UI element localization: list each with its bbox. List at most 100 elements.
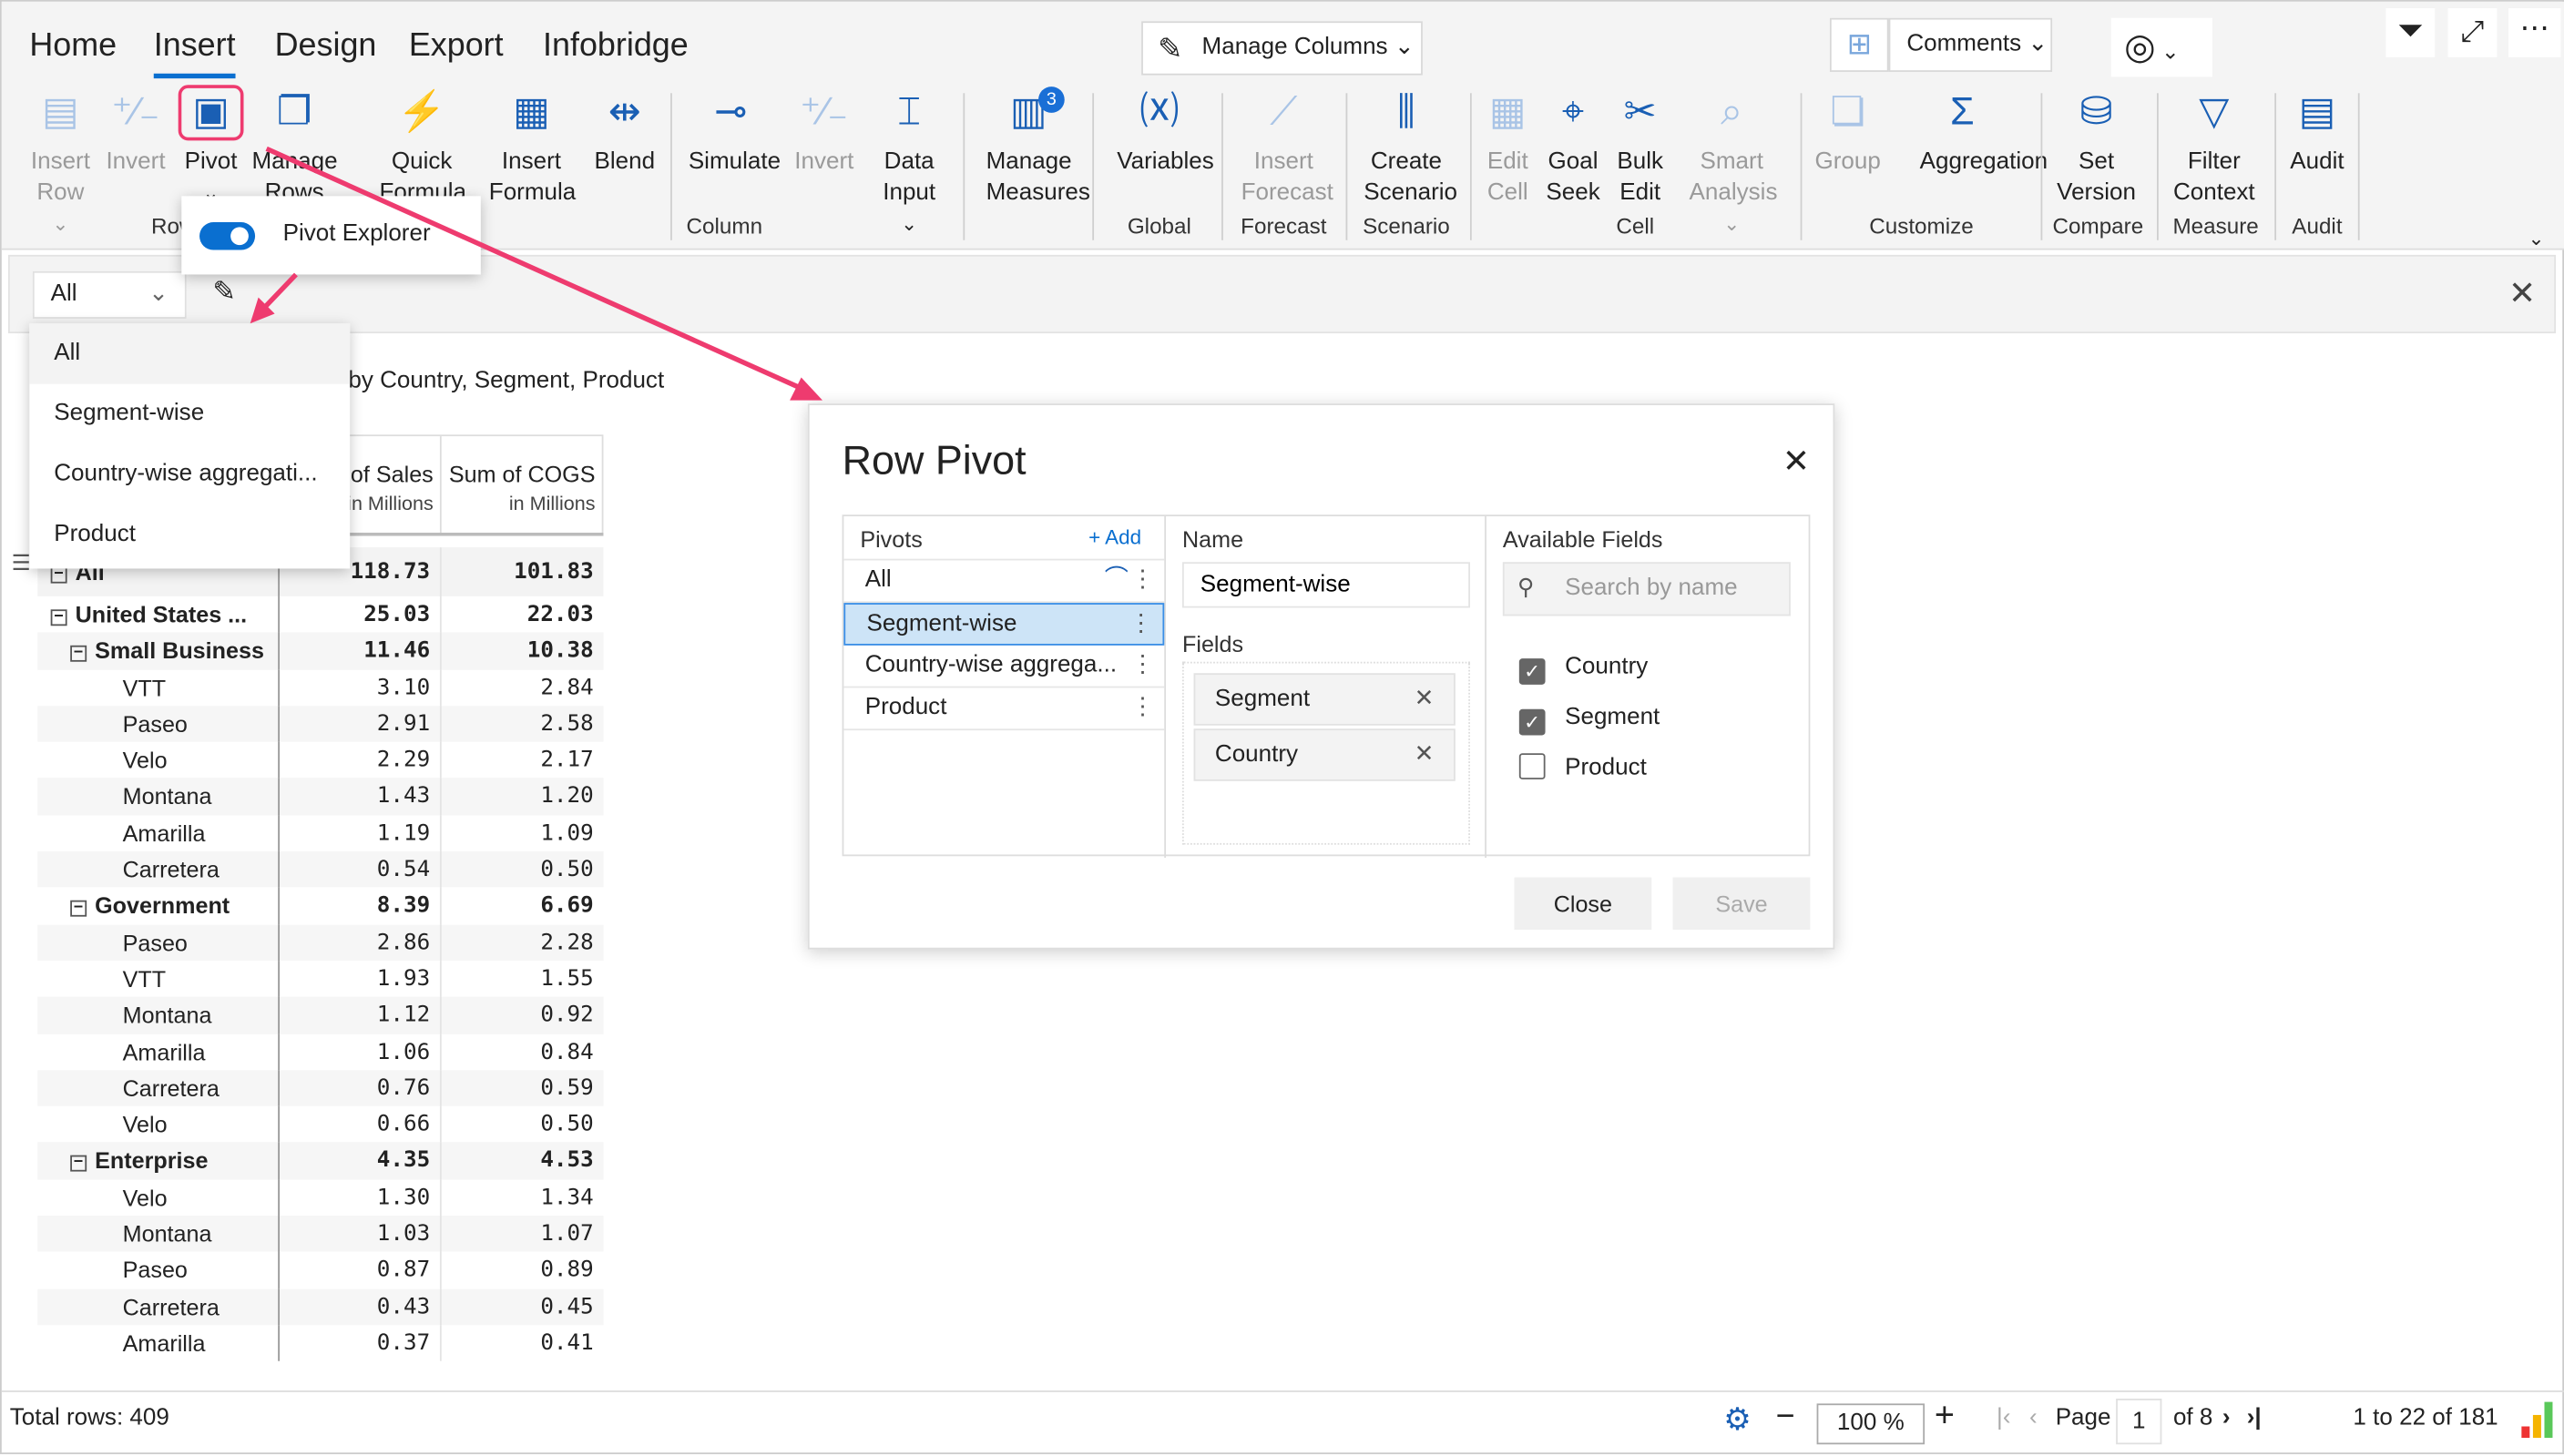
save-button[interactable]: Save — [1672, 877, 1811, 931]
table-row[interactable]: Velo 2.29 2.17 — [37, 741, 603, 779]
table-row[interactable]: − Enterprise 4.35 4.53 — [37, 1143, 604, 1180]
ribbon-button-bulk-edit[interactable]: ✂ Bulk Edit — [1591, 90, 1690, 209]
close-button[interactable]: Close — [1514, 877, 1652, 931]
collapse-icon[interactable]: − — [70, 900, 87, 918]
zoom-out-button[interactable]: − — [1776, 1399, 1795, 1436]
prev-page-icon[interactable]: ‹ — [2029, 1405, 2038, 1431]
last-page-icon[interactable]: ›| — [2247, 1405, 2262, 1431]
ribbon-button-blend[interactable]: ⇹ Blend — [576, 90, 674, 178]
table-row[interactable]: Amarilla 0.37 0.41 — [37, 1325, 603, 1362]
table-row[interactable]: Carretera 0.54 0.50 — [37, 851, 604, 889]
table-row[interactable]: Velo 1.30 1.34 — [37, 1179, 603, 1217]
column-header-cogs[interactable]: Sum of COGS in Millions — [442, 436, 604, 533]
dialog-close-icon[interactable]: ✕ — [1783, 441, 1810, 482]
ribbon-button-manage-measures[interactable]: ▥ 3 Manage Measures — [979, 87, 1090, 209]
checkbox-checked-icon[interactable]: ✓ — [1518, 708, 1546, 736]
table-row[interactable]: Paseo 2.86 2.28 — [37, 924, 604, 962]
table-row[interactable]: Carretera 0.43 0.45 — [37, 1288, 604, 1326]
table-row[interactable]: − Government 8.39 6.69 — [37, 888, 603, 925]
pivot-list-item[interactable]: Segment-wise ⋮ — [843, 603, 1165, 646]
dropdown-option[interactable]: Country-wise aggregati... — [29, 444, 350, 504]
focus-mode-button[interactable]: ⤢ — [2447, 7, 2498, 57]
collapse-icon[interactable]: − — [70, 1156, 87, 1173]
more-vertical-icon[interactable]: ⋮ — [1130, 687, 1154, 728]
field-chip-country[interactable]: Country ✕ — [1193, 728, 1456, 781]
ribbon-button-variables[interactable]: ⒳ Variables — [1110, 90, 1214, 178]
checkbox-empty-icon[interactable] — [1518, 753, 1546, 779]
tab-design[interactable]: Design — [275, 28, 377, 66]
next-page-icon[interactable]: › — [2222, 1405, 2231, 1431]
filter-button[interactable]: ⏷ — [2385, 7, 2436, 57]
ribbon-button-aggregation[interactable]: Σ Aggregation — [1914, 90, 2048, 178]
field-checkbox-product[interactable]: Product — [1518, 753, 1647, 782]
remove-icon[interactable]: ✕ — [1415, 730, 1435, 779]
user-menu-button[interactable]: ◎ ⌄ — [2110, 17, 2213, 77]
dropdown-option[interactable]: Segment-wise — [29, 384, 350, 444]
pivot-explorer-toggle[interactable] — [199, 222, 256, 250]
pivot-select[interactable]: All ⌄ — [32, 270, 187, 319]
table-row[interactable]: − United States ... 25.03 22.03 — [37, 596, 603, 633]
more-options-button[interactable]: ⋯ — [2508, 7, 2561, 57]
table-row[interactable]: Amarilla 1.06 0.84 — [37, 1033, 603, 1071]
remove-icon[interactable]: ✕ — [1415, 675, 1435, 724]
pivot-name-input[interactable] — [1182, 562, 1470, 608]
more-vertical-icon[interactable]: ⋮ — [1130, 560, 1154, 601]
tab-home[interactable]: Home — [29, 28, 117, 66]
ribbon-button-group[interactable]: ❏ Group — [1799, 90, 1897, 178]
ribbon-button-simulate[interactable]: ⊸ Simulate — [682, 90, 781, 178]
ribbon-button-set-version[interactable]: ⛁ Set Version — [2048, 90, 2146, 209]
table-row[interactable]: Paseo 0.87 0.89 — [37, 1252, 603, 1289]
dropdown-option[interactable]: All — [29, 323, 351, 384]
ribbon-button-filter-context[interactable]: ▽ Filter Context — [2165, 90, 2263, 209]
more-vertical-icon[interactable]: ⋮ — [1130, 646, 1154, 687]
field-chip-segment[interactable]: Segment ✕ — [1193, 673, 1456, 726]
add-pivot-link[interactable]: + Add — [1088, 526, 1141, 549]
dropdown-option[interactable]: Product — [29, 504, 350, 565]
ribbon-button-smart-analysis[interactable]: ⌕ Smart Analysis ⌄ — [1682, 90, 1781, 240]
checkbox-checked-icon[interactable]: ✓ — [1518, 658, 1546, 685]
collapse-icon[interactable]: − — [50, 566, 67, 584]
tab-insert[interactable]: Insert — [153, 28, 236, 79]
row-menu-icon[interactable]: ☰ — [12, 551, 31, 577]
field-checkbox-country[interactable]: ✓ Country — [1518, 652, 1648, 685]
table-row[interactable]: VTT 1.93 1.55 — [37, 961, 603, 998]
table-row[interactable]: Velo 0.66 0.50 — [37, 1106, 603, 1144]
ribbon-button-invert[interactable]: ⁺∕₋ Invert — [775, 90, 873, 178]
collapse-icon[interactable]: − — [70, 645, 87, 663]
comments-button[interactable]: Comments ⌄ — [1888, 17, 2053, 72]
close-icon[interactable]: ✕ — [2508, 273, 2536, 314]
zoom-input[interactable]: 100 % — [1816, 1403, 1926, 1445]
collapse-icon[interactable]: − — [50, 608, 67, 626]
ribbon-button-audit[interactable]: ▤ Audit — [2268, 90, 2366, 178]
table-row[interactable]: VTT 3.10 2.84 — [37, 668, 603, 706]
table-row[interactable]: Montana 1.12 0.92 — [37, 997, 604, 1034]
tab-export[interactable]: Export — [409, 28, 504, 66]
more-vertical-icon[interactable]: ⋮ — [1129, 605, 1153, 646]
eye-icon[interactable]: ⌒ — [1105, 560, 1129, 601]
ribbon-button-create-scenario[interactable]: ⫼ Create Scenario — [1357, 90, 1457, 209]
collapse-ribbon-icon[interactable]: ⌄ — [2528, 227, 2545, 249]
pivot-list-item[interactable]: Product ⋮ — [843, 687, 1165, 731]
ribbon-button-insert-formula[interactable]: ▦ Insert Formula — [483, 90, 581, 209]
page-input[interactable]: 1 — [2116, 1399, 2162, 1445]
table-row[interactable]: Amarilla 1.19 1.09 — [37, 815, 603, 852]
table-row[interactable]: Montana 1.43 1.20 — [37, 779, 604, 816]
ribbon-button-insert-forecast[interactable]: ⟋ Insert Forecast — [1234, 90, 1333, 209]
fields-dropzone[interactable]: Segment ✕ Country ✕ — [1182, 661, 1470, 845]
field-checkbox-segment[interactable]: ✓ Segment — [1518, 703, 1660, 736]
edit-pivot-icon[interactable]: ✎ — [212, 276, 236, 309]
table-row[interactable]: Montana 1.03 1.07 — [37, 1216, 604, 1253]
manage-columns-button[interactable]: ✎ Manage Columns ⌄ — [1141, 21, 1423, 76]
table-row[interactable]: Carretera 0.76 0.59 — [37, 1070, 604, 1107]
pivot-list-item[interactable]: Country-wise aggrega... ⋮ — [843, 646, 1165, 688]
table-row[interactable]: − Small Business 11.46 10.38 — [37, 632, 604, 669]
field-search-input[interactable]: ⚲ Search by name — [1502, 562, 1791, 616]
tab-infobridge[interactable]: Infobridge — [543, 28, 689, 66]
ribbon-button-manage-rows[interactable]: ❐ Manage Rows — [245, 90, 343, 209]
table-row[interactable]: Paseo 2.91 2.58 — [37, 705, 604, 742]
first-page-icon[interactable]: |‹ — [1997, 1405, 2010, 1431]
pivot-list-item[interactable]: All ⌒ ⋮ — [843, 560, 1165, 604]
add-comment-button[interactable]: ⊞ — [1829, 17, 1889, 72]
zoom-in-button[interactable]: + — [1935, 1397, 1955, 1436]
ribbon-button-data-input[interactable]: ⌶ Data Input ⌄ — [860, 90, 958, 240]
